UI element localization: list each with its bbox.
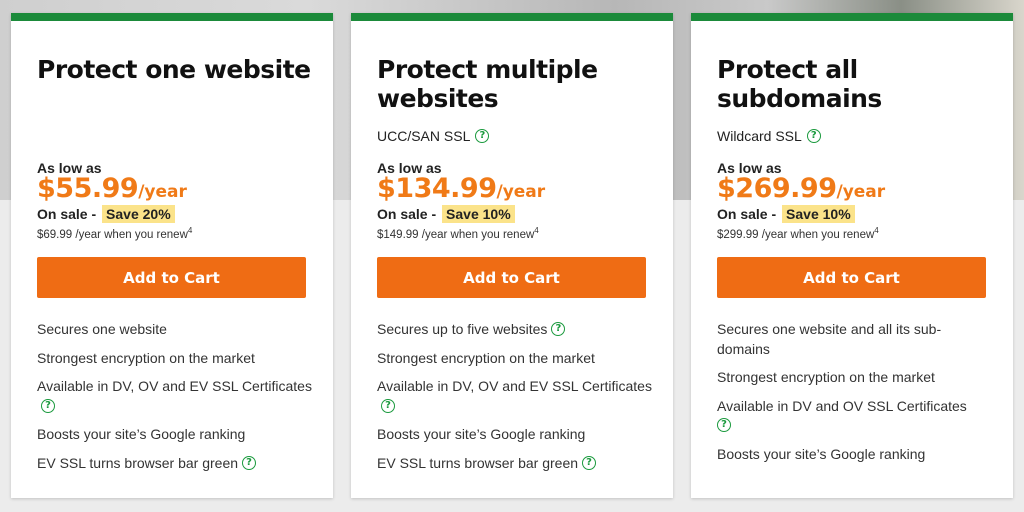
- renewal-text: $149.99 /year when you renew: [377, 228, 535, 241]
- subtitle-text: UCC/SAN SSL: [377, 128, 471, 144]
- feature-item: Secures one website and all its sub-doma…: [717, 320, 992, 359]
- plan-title: Protect multiple websites: [377, 55, 598, 113]
- feature-text: Available in DV, OV and EV SSL Certifica…: [37, 378, 312, 394]
- feature-text: Strongest encryption on the market: [37, 349, 255, 366]
- renewal-price: $149.99 /year when you renew4: [377, 226, 539, 241]
- help-icon[interactable]: ?: [381, 398, 395, 413]
- feature-text: Boosts your site’s Google ranking: [37, 426, 246, 442]
- footnote-ref[interactable]: 4: [874, 226, 878, 235]
- save-badge: Save 10%: [442, 205, 515, 223]
- save-badge: Save 20%: [102, 205, 175, 223]
- plan-title: Protect one website: [37, 55, 311, 84]
- plan-card-all-subdomains: Protect all subdomains Wildcard SSL ? As…: [691, 13, 1013, 498]
- plan-card-multiple-websites: Protect multiple websites UCC/SAN SSL ? …: [351, 13, 673, 498]
- feature-item: Available in DV, OV and EV SSL Certifica…: [377, 377, 652, 416]
- price-amount: $55.99: [37, 173, 139, 204]
- feature-list: Secures one website Strongest encryption…: [37, 320, 312, 482]
- feature-item: Boosts your site’s Google ranking: [37, 425, 312, 445]
- on-sale-label: On sale -: [37, 206, 97, 222]
- help-icon[interactable]: ?: [475, 129, 490, 143]
- feature-item: Boosts your site’s Google ranking: [377, 425, 652, 445]
- renewal-text: $299.99 /year when you renew: [717, 228, 875, 241]
- feature-list: Secures one website and all its sub-doma…: [717, 320, 992, 473]
- plan-title: Protect all subdomains: [717, 55, 882, 113]
- help-icon[interactable]: ?: [582, 455, 597, 470]
- feature-item: Boosts your site’s Google ranking: [717, 445, 992, 465]
- feature-item: EV SSL turns browser bar green?: [377, 454, 652, 474]
- feature-text: Secures one website and all its sub-doma…: [717, 321, 942, 357]
- feature-item: Strongest encryption on the market: [377, 349, 652, 369]
- feature-item: Strongest encryption on the market: [717, 368, 992, 388]
- feature-text: Strongest encryption on the market: [377, 349, 595, 366]
- feature-text: Secures one website: [37, 321, 167, 337]
- price-period: /year: [496, 182, 546, 202]
- footnote-ref[interactable]: 4: [534, 226, 538, 235]
- on-sale-label: On sale -: [377, 206, 437, 222]
- feature-text: Available in DV, OV and EV SSL Certifica…: [377, 378, 652, 394]
- footnote-ref[interactable]: 4: [188, 226, 192, 235]
- add-to-cart-button[interactable]: Add to Cart: [37, 257, 306, 298]
- help-icon[interactable]: ?: [242, 455, 257, 470]
- sale-line: On sale - Save 10%: [377, 205, 515, 223]
- renewal-text: $69.99 /year when you renew: [37, 228, 188, 241]
- sale-line: On sale - Save 20%: [37, 205, 175, 223]
- help-icon[interactable]: ?: [41, 398, 55, 413]
- sale-line: On sale - Save 10%: [717, 205, 855, 223]
- renewal-price: $299.99 /year when you renew4: [717, 226, 879, 241]
- price-period: /year: [836, 182, 886, 202]
- plan-subtitle: Wildcard SSL ?: [717, 128, 821, 144]
- help-icon[interactable]: ?: [806, 129, 821, 143]
- plan-price: $134.99/year: [377, 173, 545, 204]
- feature-text: Available in DV and OV SSL Certificates: [717, 397, 967, 414]
- feature-text: EV SSL turns browser bar green: [377, 454, 579, 471]
- plan-price: $55.99/year: [37, 173, 187, 204]
- feature-text: Secures up to five websites: [377, 321, 548, 337]
- plan-card-one-website: Protect one website As low as $55.99/yea…: [11, 13, 333, 498]
- feature-item: Secures up to five websites?: [377, 320, 652, 340]
- add-to-cart-button[interactable]: Add to Cart: [377, 257, 646, 298]
- plan-subtitle: UCC/SAN SSL ?: [377, 128, 490, 144]
- subtitle-text: Wildcard SSL: [717, 128, 802, 144]
- feature-item: Available in DV and OV SSL Certificates?: [717, 397, 992, 436]
- save-badge: Save 10%: [782, 205, 855, 223]
- price-amount: $134.99: [377, 173, 497, 204]
- feature-text: Boosts your site’s Google ranking: [717, 445, 926, 462]
- help-icon[interactable]: ?: [551, 322, 566, 337]
- feature-item: Strongest encryption on the market: [37, 349, 312, 369]
- on-sale-label: On sale -: [717, 206, 777, 222]
- feature-text: Strongest encryption on the market: [717, 369, 935, 385]
- feature-item: EV SSL turns browser bar green?: [37, 454, 312, 474]
- feature-text: Boosts your site’s Google ranking: [377, 426, 586, 442]
- feature-item: Available in DV, OV and EV SSL Certifica…: [37, 377, 312, 416]
- add-to-cart-button[interactable]: Add to Cart: [717, 257, 986, 298]
- feature-item: Secures one website: [37, 320, 312, 340]
- feature-text: EV SSL turns browser bar green: [37, 454, 239, 471]
- price-amount: $269.99: [717, 173, 837, 204]
- feature-list: Secures up to five websites? Strongest e…: [377, 320, 652, 482]
- plan-price: $269.99/year: [717, 173, 885, 204]
- help-icon[interactable]: ?: [717, 418, 731, 433]
- price-period: /year: [138, 182, 187, 202]
- renewal-price: $69.99 /year when you renew4: [37, 226, 192, 241]
